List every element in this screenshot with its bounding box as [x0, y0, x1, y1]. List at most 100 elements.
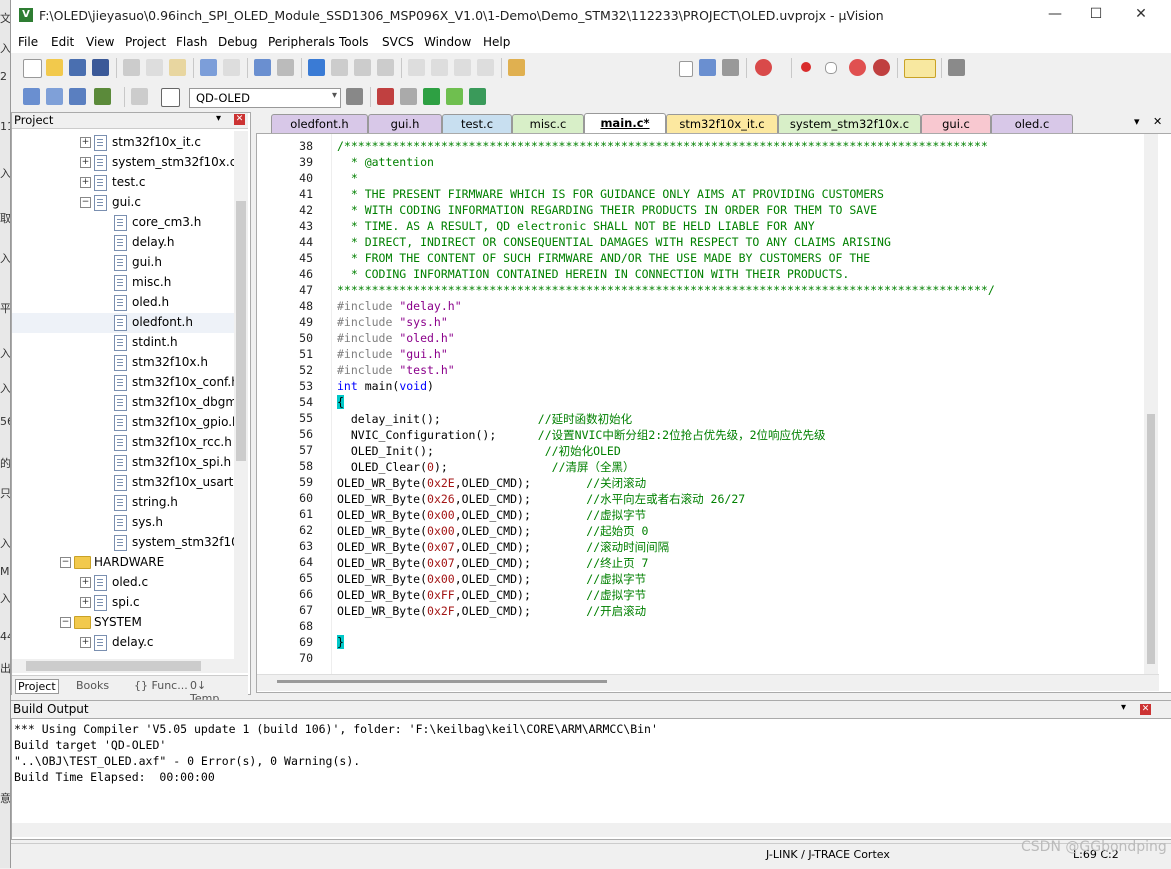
- menu-debug[interactable]: Debug: [218, 35, 257, 49]
- expand-icon[interactable]: +: [80, 637, 91, 648]
- stop-build-icon[interactable]: [131, 88, 148, 105]
- tree-item[interactable]: + stm32f10x_it.c: [12, 133, 234, 153]
- new-file-icon[interactable]: [23, 59, 42, 78]
- editor-hscroll-thumb[interactable]: [277, 680, 607, 683]
- clear-bookmarks-icon[interactable]: [377, 59, 394, 76]
- tree-vertical-scrollbar[interactable]: [234, 131, 248, 659]
- expand-icon[interactable]: +: [80, 577, 91, 588]
- pin-icon[interactable]: ▾: [216, 113, 221, 124]
- pack-installer-icon[interactable]: [446, 88, 463, 105]
- build-output-hscrollbar[interactable]: [12, 823, 1171, 837]
- paste-icon[interactable]: [169, 59, 186, 76]
- disable-breakpoints-icon[interactable]: [849, 59, 866, 76]
- close-editor-tab-icon[interactable]: ✕: [1153, 115, 1162, 128]
- tab-books[interactable]: Books: [76, 679, 109, 692]
- tree-item[interactable]: stm32f10x_rcc.h: [12, 433, 234, 453]
- tree-item[interactable]: stdint.h: [12, 333, 234, 353]
- tree-item[interactable]: stm32f10x_spi.h: [12, 453, 234, 473]
- manage-project-items-icon[interactable]: [377, 88, 394, 105]
- tab-main-c[interactable]: main.c*: [584, 113, 666, 134]
- next-bookmark-icon[interactable]: [354, 59, 371, 76]
- tree-item[interactable]: + oled.c: [12, 573, 234, 593]
- menu-view[interactable]: View: [86, 35, 114, 49]
- tab-oled-c[interactable]: oled.c: [991, 114, 1073, 133]
- collapse-icon[interactable]: −: [80, 197, 91, 208]
- tree-horizontal-scrollbar[interactable]: [12, 659, 248, 673]
- tree-item[interactable]: gui.h: [12, 253, 234, 273]
- code-editor[interactable]: 38 39 40 41 42 43 44 45 46 47 48 49 50 51 52 53 54 55 56 57…: [256, 133, 1171, 693]
- build-output-pane[interactable]: *** Using Compiler 'V5.05 update 1 (buil…: [11, 718, 1171, 840]
- code-area[interactable]: /***************************************…: [257, 134, 1142, 674]
- tree-item[interactable]: − HARDWARE: [12, 553, 234, 573]
- menu-window[interactable]: Window: [424, 35, 471, 49]
- editor-scroll-thumb[interactable]: [1147, 414, 1155, 664]
- bookmark-icon[interactable]: [308, 59, 325, 76]
- expand-icon[interactable]: +: [80, 157, 91, 168]
- tab-list-dropdown-icon[interactable]: ▾: [1134, 115, 1140, 128]
- tree-item[interactable]: string.h: [12, 493, 234, 513]
- collapse-icon[interactable]: −: [60, 557, 71, 568]
- maximize-button[interactable]: ☐: [1086, 6, 1106, 24]
- window-layout-icon[interactable]: [904, 59, 936, 78]
- pin-icon[interactable]: ▾: [1121, 702, 1126, 713]
- tree-item[interactable]: stm32f10x_dbgmc: [12, 393, 234, 413]
- expand-icon[interactable]: +: [80, 597, 91, 608]
- editor-horizontal-scrollbar[interactable]: [257, 674, 1159, 691]
- target-select[interactable]: QD-OLED ▾: [189, 88, 341, 108]
- navigate-forward-icon[interactable]: [277, 59, 294, 76]
- tab-oledfont-h[interactable]: oledfont.h: [271, 114, 368, 133]
- load-download-icon[interactable]: [161, 88, 180, 107]
- tab-gui-c[interactable]: gui.c: [921, 114, 991, 133]
- tab-gui-h[interactable]: gui.h: [368, 114, 442, 133]
- indent-icon[interactable]: [408, 59, 425, 76]
- copy-icon[interactable]: [146, 59, 163, 76]
- prev-bookmark-icon[interactable]: [331, 59, 348, 76]
- rebuild-icon[interactable]: [69, 88, 86, 105]
- navigate-back-icon[interactable]: [254, 59, 271, 76]
- tree-item[interactable]: oled.h: [12, 293, 234, 313]
- tab-misc-c[interactable]: misc.c: [512, 114, 584, 133]
- expand-icon[interactable]: +: [80, 137, 91, 148]
- tree-scroll-thumb[interactable]: [236, 201, 246, 461]
- enable-breakpoint-icon[interactable]: [825, 62, 837, 74]
- close-project-panel-icon[interactable]: ✕: [234, 114, 245, 125]
- tree-item[interactable]: misc.h: [12, 273, 234, 293]
- tab-functions[interactable]: {} Func...: [134, 679, 188, 692]
- expand-icon[interactable]: +: [80, 177, 91, 188]
- tab-system-stm32f10x-c[interactable]: system_stm32f10x.c: [778, 114, 921, 133]
- menu-tools[interactable]: Tools: [339, 35, 369, 49]
- comment-icon[interactable]: [454, 59, 471, 76]
- minimize-button[interactable]: —: [1045, 6, 1065, 24]
- save-icon[interactable]: [69, 59, 86, 76]
- undo-icon[interactable]: [200, 59, 217, 76]
- menu-peripherals[interactable]: Peripherals: [268, 35, 335, 49]
- close-build-output-icon[interactable]: ✕: [1140, 704, 1151, 715]
- cut-icon[interactable]: [123, 59, 140, 76]
- find-icon[interactable]: [699, 59, 716, 76]
- build-icon[interactable]: [46, 88, 63, 105]
- redo-icon[interactable]: [223, 59, 240, 76]
- tree-item[interactable]: + delay.c: [12, 633, 234, 653]
- tree-item[interactable]: stm32f10x.h: [12, 353, 234, 373]
- run-time-env-icon[interactable]: [423, 88, 440, 105]
- find-dropdown[interactable]: [679, 61, 693, 77]
- kill-breakpoints-icon[interactable]: [873, 59, 890, 76]
- collapse-icon[interactable]: −: [60, 617, 71, 628]
- file-extensions-icon[interactable]: [400, 88, 417, 105]
- uncomment-icon[interactable]: [477, 59, 494, 76]
- tree-item[interactable]: core_cm3.h: [12, 213, 234, 233]
- tree-item[interactable]: delay.h: [12, 233, 234, 253]
- find-in-files-icon[interactable]: [508, 59, 525, 76]
- tree-item[interactable]: + system_stm32f10x.c: [12, 153, 234, 173]
- menu-help[interactable]: Help: [483, 35, 510, 49]
- tree-hscroll-thumb[interactable]: [26, 661, 201, 671]
- target-options-icon[interactable]: [346, 88, 363, 105]
- open-folder-icon[interactable]: [46, 59, 63, 76]
- tree-item[interactable]: oledfont.h: [12, 313, 234, 333]
- editor-vertical-scrollbar[interactable]: [1144, 134, 1158, 674]
- tree-item[interactable]: − SYSTEM: [12, 613, 234, 633]
- tree-item[interactable]: − gui.c: [12, 193, 234, 213]
- rte-select-icon[interactable]: [469, 88, 486, 105]
- tree-item[interactable]: + test.c: [12, 173, 234, 193]
- configure-icon[interactable]: [948, 59, 965, 76]
